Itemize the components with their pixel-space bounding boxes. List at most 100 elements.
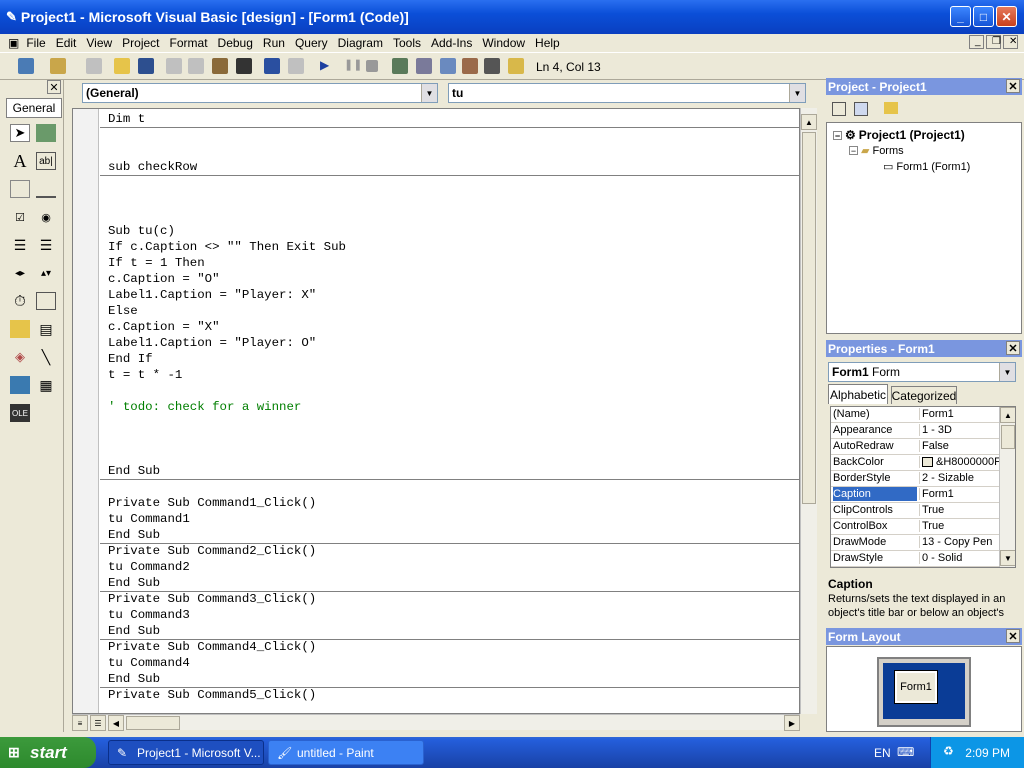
menu-tools[interactable]: Tools — [388, 36, 426, 50]
full-module-view-icon[interactable]: ☰ — [90, 715, 106, 731]
code-line[interactable]: End Sub — [108, 464, 160, 478]
toolbox-tab-general[interactable]: General — [6, 98, 62, 118]
close-button[interactable]: ✕ — [996, 6, 1017, 27]
close-icon[interactable]: ✕ — [1006, 341, 1020, 355]
code-line[interactable]: tu Command2 — [108, 560, 190, 574]
code-line[interactable]: Else — [108, 304, 138, 318]
form-layout-icon[interactable] — [440, 58, 456, 74]
end-icon[interactable] — [366, 60, 378, 72]
menu-editor-icon[interactable] — [86, 58, 102, 74]
open-icon[interactable] — [114, 58, 130, 74]
start-icon[interactable]: ▶ — [320, 58, 336, 74]
menu-edit[interactable]: Edit — [51, 36, 82, 50]
code-line[interactable]: sub checkRow — [108, 160, 197, 174]
mdi-minimize-button[interactable]: _ — [969, 35, 984, 49]
menu-file[interactable]: File — [21, 36, 50, 50]
view-code-icon[interactable] — [832, 102, 846, 116]
property-value[interactable]: Form1 — [919, 408, 999, 420]
maximize-button[interactable]: □ — [973, 6, 994, 27]
tab-categorized[interactable]: Categorized — [891, 386, 957, 404]
drivelistbox-tool-icon[interactable] — [36, 292, 56, 310]
scroll-down-icon[interactable]: ▼ — [1000, 550, 1015, 566]
property-value[interactable]: 13 - Copy Pen — [919, 536, 999, 548]
scroll-up-icon[interactable]: ▲ — [1000, 407, 1015, 423]
code-line[interactable]: Sub tu(c) — [108, 224, 175, 238]
view-object-icon[interactable] — [854, 102, 868, 116]
tab-alphabetic[interactable]: Alphabetic — [828, 384, 888, 404]
code-line[interactable]: c.Caption = "X" — [108, 320, 220, 334]
scroll-thumb[interactable] — [802, 132, 816, 504]
optionbutton-tool-icon[interactable]: ◉ — [36, 208, 56, 226]
keyboard-icon[interactable]: ⌨ — [897, 745, 914, 759]
chevron-down-icon[interactable]: ▼ — [999, 363, 1015, 381]
mdi-restore-button[interactable]: ❐ — [986, 35, 1001, 49]
code-line[interactable]: tu Command4 — [108, 656, 190, 670]
scroll-left-icon[interactable]: ◀ — [108, 715, 124, 731]
code-line[interactable]: Label1.Caption = "Player: O" — [108, 336, 316, 350]
code-line[interactable]: Private Sub Command2_Click() — [108, 544, 316, 558]
add-project-icon[interactable] — [18, 58, 34, 74]
menu-query[interactable]: Query — [290, 36, 333, 50]
tree-node-project[interactable]: − ⚙ Project1 (Project1) — [833, 128, 965, 142]
code-line[interactable]: Dim t — [108, 112, 145, 126]
break-icon[interactable]: ❚❚ — [344, 58, 362, 74]
code-line[interactable]: End Sub — [108, 624, 160, 638]
object-dropdown[interactable]: (General) ▼ — [82, 83, 438, 103]
code-line[interactable]: ' todo: check for a winner — [108, 400, 301, 414]
code-line[interactable]: End Sub — [108, 528, 160, 542]
collapse-icon[interactable]: − — [833, 130, 842, 140]
property-value[interactable]: &H8000000F — [919, 456, 999, 468]
scroll-thumb[interactable] — [1001, 425, 1015, 449]
menu-view[interactable]: View — [81, 36, 117, 50]
property-row[interactable]: ClipControls True — [831, 503, 999, 519]
doc-icon[interactable]: ▣ — [0, 36, 21, 50]
toolbox-icon[interactable] — [484, 58, 500, 74]
paste-icon[interactable] — [212, 58, 228, 74]
combobox-tool-icon[interactable]: ☰ — [10, 236, 30, 254]
picturebox-tool-icon[interactable] — [36, 124, 56, 142]
label-tool-icon[interactable]: A — [10, 151, 30, 171]
tray-app-icon[interactable]: ♻ — [943, 744, 954, 758]
redo-icon[interactable] — [288, 58, 304, 74]
form-layout-form1[interactable]: Form1 — [894, 670, 938, 704]
property-value[interactable]: 0 - Solid — [919, 552, 999, 564]
hscroll-thumb[interactable] — [126, 716, 180, 730]
pointer-tool-icon[interactable]: ➤ — [10, 124, 30, 142]
code-vertical-scrollbar[interactable]: ▲ — [800, 108, 817, 714]
menu-project[interactable]: Project — [117, 36, 164, 50]
property-row[interactable]: BorderStyle 2 - Sizable — [831, 471, 999, 487]
shape-tool-icon[interactable]: ◈ — [10, 348, 30, 366]
property-value[interactable]: 1 - 3D — [919, 424, 999, 436]
code-line[interactable]: c.Caption = "O" — [108, 272, 220, 286]
properties-scrollbar[interactable]: ▲ ▼ — [999, 407, 1015, 567]
chevron-down-icon[interactable]: ▼ — [421, 84, 437, 102]
property-row[interactable]: DrawMode 13 - Copy Pen — [831, 535, 999, 551]
copy-icon[interactable] — [188, 58, 204, 74]
menu-addins[interactable]: Add-Ins — [426, 36, 477, 50]
toolbox-close-icon[interactable]: ✕ — [47, 80, 61, 94]
undo-icon[interactable] — [264, 58, 280, 74]
procedure-view-icon[interactable]: ≡ — [72, 715, 88, 731]
menu-diagram[interactable]: Diagram — [333, 36, 388, 50]
collapse-icon[interactable]: − — [849, 146, 858, 156]
filelistbox-tool-icon[interactable]: ▤ — [36, 320, 56, 338]
commandbutton-tool-icon[interactable] — [36, 180, 56, 198]
property-value[interactable]: 2 - Sizable — [919, 472, 999, 484]
project-explorer-icon[interactable] — [392, 58, 408, 74]
vb-app-icon[interactable]: ✎ — [6, 9, 17, 25]
hscrollbar-tool-icon[interactable]: ◂▸ — [10, 264, 30, 282]
start-button[interactable]: ⊞ start — [0, 737, 96, 768]
code-editor[interactable]: Dim t sub checkRow Sub tu(c) If c.Caption <… — [72, 108, 800, 714]
code-line[interactable]: Private Sub Command3_Click() — [108, 592, 316, 606]
data-tool-icon[interactable]: ▦ — [36, 376, 56, 394]
property-value[interactable]: False — [919, 440, 999, 452]
property-value[interactable]: Form1 — [919, 488, 999, 500]
language-indicator[interactable]: EN — [874, 746, 891, 760]
ole-tool-icon[interactable]: OLE — [10, 404, 30, 422]
code-line[interactable]: If c.Caption <> "" Then Exit Sub — [108, 240, 346, 254]
menu-window[interactable]: Window — [477, 36, 530, 50]
properties-window-icon[interactable] — [416, 58, 432, 74]
property-row[interactable]: (Name) Form1 — [831, 407, 999, 423]
code-line[interactable]: Private Sub Command4_Click() — [108, 640, 316, 654]
cut-icon[interactable] — [166, 58, 182, 74]
